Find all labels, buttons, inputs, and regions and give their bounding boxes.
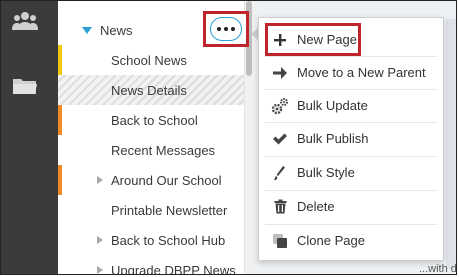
expand-caret-icon[interactable] (82, 26, 92, 34)
folder-icon[interactable] (12, 75, 38, 97)
expand-caret-icon[interactable] (97, 236, 103, 244)
tree-item-back-to-school[interactable]: Back to School (58, 105, 244, 135)
highlight-box (203, 11, 249, 47)
tree-item-label: Around Our School (111, 172, 222, 188)
dot (231, 27, 235, 31)
gears-icon (271, 97, 289, 115)
tree-item-label: Back to School Hub (111, 232, 226, 248)
menu-item-label: Clone Page (297, 233, 365, 248)
tree-item-news-details[interactable]: News Details (58, 75, 244, 105)
content-strip (446, 19, 456, 269)
tree-item-label: School News (111, 52, 187, 68)
highlight-box (265, 23, 361, 56)
tree-item-back-to-school-hub[interactable]: Back to School Hub (58, 225, 244, 255)
menu-item-label: Bulk Update (297, 98, 368, 113)
tree-item-around-our-school[interactable]: Around Our School (58, 165, 244, 195)
tree-item-label: Printable Newsletter (111, 202, 228, 218)
background-text: ...with d (419, 263, 457, 275)
expand-caret-icon[interactable] (97, 266, 103, 274)
menu-item-clone-page[interactable]: Clone Page (265, 225, 437, 256)
arrow-right-icon (271, 64, 289, 82)
tree-item-printable-newsletter[interactable]: Printable Newsletter (58, 195, 244, 225)
tree-item-school-news[interactable]: School News (58, 45, 244, 75)
status-bar (58, 105, 62, 135)
check-icon (271, 130, 289, 148)
status-bar (58, 165, 62, 195)
tree-item-upgrade-dbpp-news[interactable]: Upgrade DBPP News (58, 255, 244, 275)
dot (224, 27, 228, 31)
tree-item-recent-messages[interactable]: Recent Messages (58, 135, 244, 165)
clone-icon (271, 232, 289, 250)
tree-item-label: Recent Messages (111, 142, 216, 158)
menu-item-move-to-new-parent[interactable]: Move to a New Parent (265, 57, 437, 88)
menu-item-label: Bulk Publish (297, 131, 369, 146)
menu-item-label: Bulk Style (297, 165, 355, 180)
more-horizontal-icon (217, 27, 221, 31)
tree-item-label: News (100, 22, 133, 38)
more-actions-button[interactable] (210, 17, 242, 41)
expand-caret-icon[interactable] (97, 176, 103, 184)
tree-item-label: Back to School (111, 112, 198, 128)
menu-item-delete[interactable]: Delete (265, 191, 437, 222)
menu-item-label: Move to a New Parent (297, 65, 426, 80)
tree-item-label: News Details (111, 82, 187, 98)
tree-item-label: Upgrade DBPP News (111, 262, 236, 275)
menu-item-bulk-style[interactable]: Bulk Style (265, 157, 437, 188)
brush-icon (271, 164, 289, 182)
icon-rail (1, 1, 58, 274)
menu-item-label: Delete (297, 199, 335, 214)
users-icon[interactable] (12, 10, 38, 32)
trash-icon (271, 198, 289, 216)
status-bar (58, 45, 62, 75)
menu-item-bulk-update[interactable]: Bulk Update (265, 90, 437, 121)
menu-item-bulk-publish[interactable]: Bulk Publish (265, 123, 437, 154)
app-frame: News School News News Details Back to Sc… (0, 0, 457, 275)
